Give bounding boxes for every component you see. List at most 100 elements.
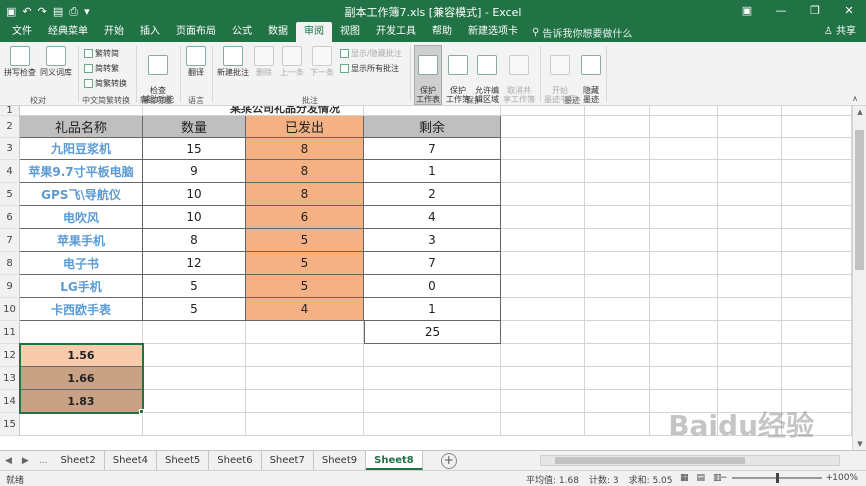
grid-cell[interactable] [718, 160, 782, 183]
row-header[interactable]: 12 [0, 344, 20, 367]
restore-button[interactable]: ❐ [798, 0, 832, 22]
gift-name-cell[interactable]: 电子书 [20, 252, 143, 275]
sent-cell[interactable]: 5 [246, 252, 364, 275]
hide-ink-button[interactable]: 隐藏 墨迹 [580, 46, 602, 104]
grid-cell[interactable] [650, 367, 718, 390]
tab-page-layout[interactable]: 页面布局 [168, 22, 224, 42]
grid-cell[interactable] [246, 321, 364, 344]
grid-cell[interactable] [501, 183, 585, 206]
sheet-tab-sheet5[interactable]: Sheet5 [157, 451, 210, 470]
page-layout-view-icon[interactable]: ▤ [697, 473, 706, 483]
grid-cell[interactable] [501, 367, 585, 390]
row-header[interactable]: 14 [0, 390, 20, 413]
gift-name-cell[interactable]: LG手机 [20, 275, 143, 298]
row-header[interactable]: 2 [0, 116, 20, 138]
grid-cell[interactable] [585, 344, 650, 367]
grid-cell[interactable] [718, 229, 782, 252]
grid-cell[interactable] [782, 275, 852, 298]
grid-cell[interactable] [585, 413, 650, 436]
grid-cell[interactable] [246, 344, 364, 367]
sent-cell[interactable]: 6 [246, 206, 364, 229]
gift-name-cell[interactable]: 电吹风 [20, 206, 143, 229]
grid-cell[interactable] [782, 206, 852, 229]
redo-icon[interactable]: ↷ [38, 6, 47, 17]
quantity-cell[interactable]: 5 [143, 298, 246, 321]
grid-cell[interactable] [650, 116, 718, 138]
show-all-comments-button[interactable]: 显示所有批注 [340, 63, 399, 74]
grid-cell[interactable] [585, 298, 650, 321]
grid-cell[interactable] [718, 183, 782, 206]
grid-cell[interactable] [718, 367, 782, 390]
grid-cell[interactable] [718, 116, 782, 138]
row-header[interactable]: 1 [0, 106, 20, 116]
header-gift-name[interactable]: 礼品名称 [20, 116, 143, 138]
grid-cell[interactable] [20, 106, 143, 116]
grid-cell[interactable] [143, 321, 246, 344]
spell-check-button[interactable]: 拼写检查 [4, 46, 36, 77]
sheet-tab-sheet6[interactable]: Sheet6 [209, 451, 262, 470]
grid-cell[interactable] [246, 106, 364, 116]
tab-insert[interactable]: 插入 [132, 22, 168, 42]
row-header[interactable]: 3 [0, 138, 20, 160]
quantity-cell[interactable]: 12 [143, 252, 246, 275]
grid-cell[interactable] [246, 413, 364, 436]
tab-formulas[interactable]: 公式 [224, 22, 260, 42]
grid-cell[interactable] [650, 183, 718, 206]
unshare-workbook-button[interactable]: 取消共 享工作簿 [502, 46, 536, 104]
grid-cell[interactable] [501, 160, 585, 183]
grid-cell[interactable] [501, 298, 585, 321]
grid-cell[interactable] [782, 160, 852, 183]
remaining-cell[interactable]: 2 [364, 183, 501, 206]
grid-cell[interactable] [782, 138, 852, 160]
grid-cell[interactable] [246, 390, 364, 413]
grid-cell[interactable] [782, 229, 852, 252]
grid-cell[interactable] [143, 106, 246, 116]
gift-name-cell[interactable]: 九阳豆浆机 [20, 138, 143, 160]
grid-cell[interactable] [364, 106, 501, 116]
grid-cell[interactable] [650, 206, 718, 229]
row-header[interactable]: 6 [0, 206, 20, 229]
convert-button[interactable]: 简繁转换 [84, 78, 127, 89]
tab-view[interactable]: 视图 [332, 22, 368, 42]
show-hide-comment-button[interactable]: 显示/隐藏批注 [340, 48, 402, 59]
row-header[interactable]: 13 [0, 367, 20, 390]
grid-cell[interactable] [782, 116, 852, 138]
tab-data[interactable]: 数据 [260, 22, 296, 42]
tab-developer[interactable]: 开发工具 [368, 22, 424, 42]
sheet-tab-sheet9[interactable]: Sheet9 [314, 451, 367, 470]
header-remaining[interactable]: 剩余 [364, 116, 501, 138]
vertical-scrollbar[interactable]: ▲ ▼ [852, 106, 866, 450]
grid-cell[interactable] [718, 138, 782, 160]
grid-cell[interactable] [501, 206, 585, 229]
save-icon[interactable]: ▣ [6, 6, 16, 17]
header-sent[interactable]: 已发出 [246, 116, 364, 138]
grid-cell[interactable] [650, 106, 718, 116]
grid-cell[interactable] [143, 344, 246, 367]
grid-cell[interactable] [364, 344, 501, 367]
remaining-cell[interactable]: 0 [364, 275, 501, 298]
grid-cell[interactable] [782, 298, 852, 321]
grid-cell[interactable] [501, 344, 585, 367]
grid-cell[interactable] [585, 229, 650, 252]
grid-cell[interactable] [782, 367, 852, 390]
remaining-total-cell[interactable]: 25 [364, 321, 501, 344]
grid-cell[interactable] [650, 344, 718, 367]
zoom-level[interactable]: 100% [832, 473, 858, 483]
ratio-cell[interactable]: 1.56 [20, 344, 143, 367]
remaining-cell[interactable]: 1 [364, 298, 501, 321]
undo-icon[interactable]: ↶ [22, 6, 31, 17]
remaining-cell[interactable]: 3 [364, 229, 501, 252]
scroll-thumb[interactable] [855, 130, 864, 270]
grid-cell[interactable] [501, 321, 585, 344]
grid-cell[interactable] [585, 321, 650, 344]
sent-cell[interactable]: 5 [246, 229, 364, 252]
ribbon-options-button[interactable]: ▣ [730, 0, 764, 22]
grid-cell[interactable] [650, 160, 718, 183]
grid-cell[interactable] [650, 252, 718, 275]
sent-cell[interactable]: 8 [246, 138, 364, 160]
gift-name-cell[interactable]: GPS飞\导航仪 [20, 183, 143, 206]
remaining-cell[interactable]: 4 [364, 206, 501, 229]
delete-comment-button[interactable]: 删除 [252, 46, 276, 77]
tab-review[interactable]: 审阅 [296, 22, 332, 42]
grid-cell[interactable] [585, 275, 650, 298]
